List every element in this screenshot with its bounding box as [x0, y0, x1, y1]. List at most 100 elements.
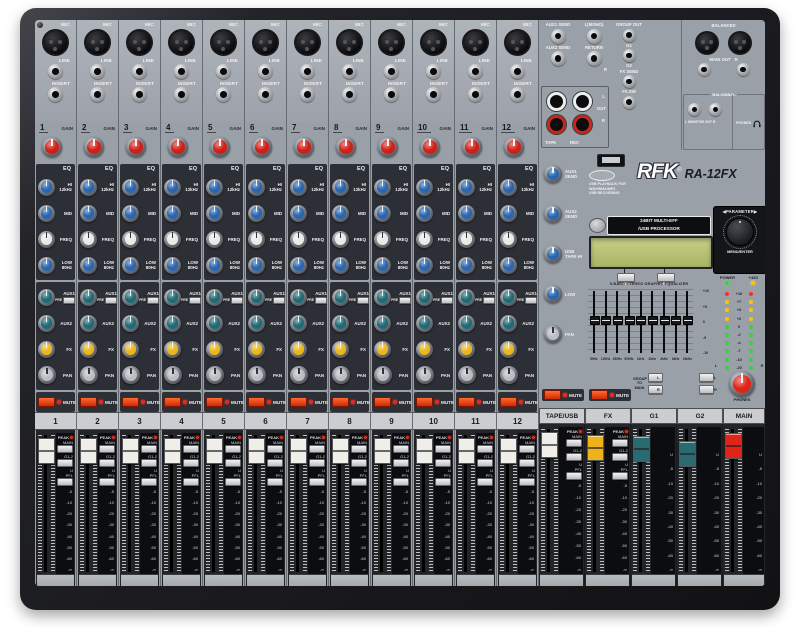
eq-mid-knob[interactable]: [164, 205, 181, 222]
eq-hi-knob[interactable]: [458, 179, 475, 196]
eq-mid-knob[interactable]: [38, 205, 55, 222]
group-assign-button[interactable]: [393, 459, 409, 467]
main-assign-button[interactable]: [99, 445, 115, 453]
mute-button[interactable]: [416, 397, 433, 407]
eq-freq-knob[interactable]: [248, 231, 265, 248]
pan-knob[interactable]: [38, 366, 56, 384]
aux2-knob[interactable]: [458, 315, 475, 332]
eq-mid-knob[interactable]: [458, 205, 475, 222]
tape-usb-fader[interactable]: [541, 432, 558, 458]
pan-knob[interactable]: [206, 366, 224, 384]
pfl-button[interactable]: [141, 478, 157, 486]
pfl-button[interactable]: [435, 478, 451, 486]
eq-low-knob[interactable]: [122, 257, 139, 274]
aux1-knob[interactable]: [80, 289, 97, 306]
eq-low-knob[interactable]: [500, 257, 517, 274]
aux1-knob[interactable]: [332, 289, 349, 306]
pfl-button[interactable]: [225, 478, 241, 486]
gain-knob[interactable]: [252, 137, 272, 157]
channel-fader[interactable]: [500, 438, 517, 464]
tape-main-button[interactable]: [566, 439, 582, 447]
eq-low-knob[interactable]: [80, 257, 97, 274]
main-assign-button[interactable]: [57, 445, 73, 453]
eq-mid-knob[interactable]: [416, 205, 433, 222]
pfl-button[interactable]: [477, 478, 493, 486]
eq-hi-knob[interactable]: [38, 179, 55, 196]
tape-pfl-button[interactable]: [566, 472, 582, 480]
tape-usb-mute-button[interactable]: [544, 390, 561, 400]
main-assign-button[interactable]: [435, 445, 451, 453]
channel-fader[interactable]: [458, 438, 475, 464]
master-pan-knob[interactable]: [544, 325, 562, 343]
aux2-knob[interactable]: [164, 315, 181, 332]
fx-knob[interactable]: [458, 341, 475, 358]
gain-knob[interactable]: [84, 137, 104, 157]
pre-button[interactable]: [441, 297, 453, 304]
fx-knob[interactable]: [206, 341, 223, 358]
pan-knob[interactable]: [416, 366, 434, 384]
eq-freq-knob[interactable]: [122, 231, 139, 248]
eq-mid-knob[interactable]: [290, 205, 307, 222]
pre-button[interactable]: [105, 297, 117, 304]
fx-knob[interactable]: [290, 341, 307, 358]
fx-knob[interactable]: [416, 341, 433, 358]
main-assign-button[interactable]: [519, 445, 535, 453]
eq-freq-knob[interactable]: [332, 231, 349, 248]
pan-knob[interactable]: [458, 366, 476, 384]
master-aux1-send-knob[interactable]: [544, 165, 562, 183]
mute-button[interactable]: [458, 397, 475, 407]
aux1-knob[interactable]: [248, 289, 265, 306]
fx-fader[interactable]: [587, 435, 604, 461]
fx-knob[interactable]: [164, 341, 181, 358]
eq-mid-knob[interactable]: [80, 205, 97, 222]
pre-button[interactable]: [63, 297, 75, 304]
master-aux2-send-knob[interactable]: [544, 205, 562, 223]
pre-button[interactable]: [525, 297, 537, 304]
gain-knob[interactable]: [504, 137, 524, 157]
tape-group-button[interactable]: [566, 453, 582, 461]
group-assign-button[interactable]: [141, 459, 157, 467]
group-assign-button[interactable]: [477, 459, 493, 467]
eq-low-knob[interactable]: [332, 257, 349, 274]
eq-freq-knob[interactable]: [374, 231, 391, 248]
fx-knob[interactable]: [122, 341, 139, 358]
eq-hi-knob[interactable]: [248, 179, 265, 196]
geq-slider[interactable]: [670, 289, 682, 355]
eq-hi-knob[interactable]: [500, 179, 517, 196]
aux2-knob[interactable]: [332, 315, 349, 332]
aux1-knob[interactable]: [458, 289, 475, 306]
gain-knob[interactable]: [168, 137, 188, 157]
eq-hi-knob[interactable]: [416, 179, 433, 196]
aux1-knob[interactable]: [290, 289, 307, 306]
pre-button[interactable]: [273, 297, 285, 304]
channel-fader[interactable]: [332, 438, 349, 464]
group-assign-button[interactable]: [99, 459, 115, 467]
pre-button[interactable]: [315, 297, 327, 304]
main-assign-button[interactable]: [477, 445, 493, 453]
geq-slider[interactable]: [611, 289, 623, 355]
aux1-knob[interactable]: [164, 289, 181, 306]
fx-knob[interactable]: [374, 341, 391, 358]
pan-knob[interactable]: [248, 366, 266, 384]
aux2-knob[interactable]: [206, 315, 223, 332]
main-assign-button[interactable]: [183, 445, 199, 453]
eq-hi-knob[interactable]: [206, 179, 223, 196]
gain-knob[interactable]: [462, 137, 482, 157]
mute-button[interactable]: [290, 397, 307, 407]
usb-tape-low-knob[interactable]: [544, 285, 562, 303]
channel-fader[interactable]: [290, 438, 307, 464]
eq-low-knob[interactable]: [290, 257, 307, 274]
eq-hi-knob[interactable]: [332, 179, 349, 196]
eq-hi-knob[interactable]: [80, 179, 97, 196]
main-assign-button[interactable]: [351, 445, 367, 453]
pan-knob[interactable]: [290, 366, 308, 384]
eq-mid-knob[interactable]: [332, 205, 349, 222]
pfl-button[interactable]: [309, 478, 325, 486]
pre-button[interactable]: [147, 297, 159, 304]
gain-knob[interactable]: [210, 137, 230, 157]
fx-mute-button[interactable]: [591, 390, 608, 400]
pre-button[interactable]: [357, 297, 369, 304]
eq-freq-knob[interactable]: [500, 231, 517, 248]
g2-to-main-l-button[interactable]: [699, 373, 714, 382]
aux2-knob[interactable]: [122, 315, 139, 332]
